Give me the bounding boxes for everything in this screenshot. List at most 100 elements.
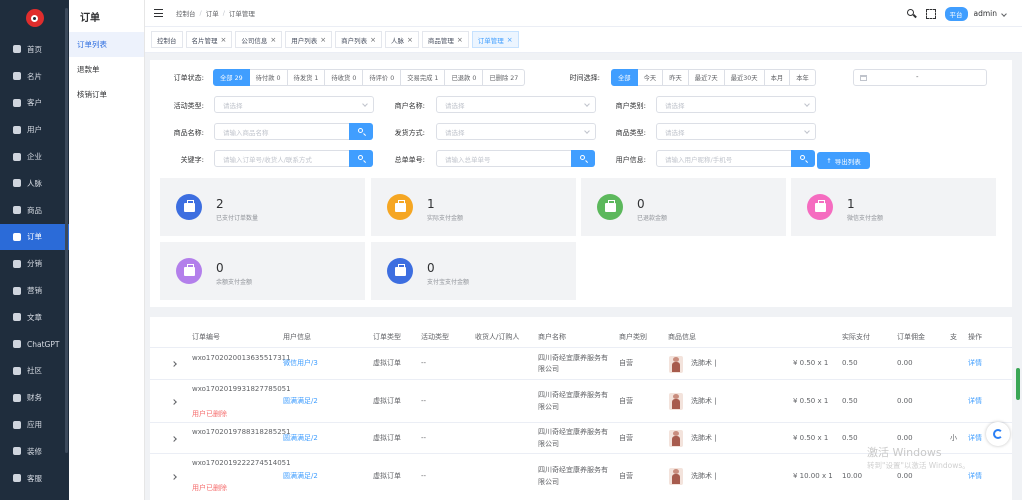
detail-link[interactable]: 详情 — [968, 396, 982, 408]
merchant-name-select[interactable]: 请选择 — [436, 96, 596, 113]
status-option[interactable]: 全部 29 — [213, 69, 250, 86]
expand-chevron-icon[interactable] — [171, 435, 177, 442]
tab-merchant-list[interactable]: 商户列表 × — [335, 31, 382, 48]
activity-type-label: 活动类型: — [173, 102, 204, 110]
tab-order-manage[interactable]: 订单管理 × — [471, 31, 519, 48]
close-icon[interactable]: × — [407, 36, 413, 44]
nav-item-home[interactable]: 首页 — [0, 36, 69, 63]
nav-item-community[interactable]: 社区 — [0, 358, 69, 385]
tab-network[interactable]: 人脉 × — [385, 31, 419, 48]
close-icon[interactable]: × — [370, 36, 376, 44]
activity-type: -- — [421, 359, 427, 367]
stat-card: 1 微信支付金额 — [791, 178, 996, 236]
time-option[interactable]: 昨天 — [663, 69, 689, 86]
export-button[interactable]: ↑ 导出列表 — [817, 152, 870, 169]
nav-item-order[interactable]: 订单 — [0, 223, 69, 251]
user-link[interactable]: 圆满满足/2 — [283, 433, 343, 445]
close-icon[interactable]: × — [270, 36, 276, 44]
breadcrumb-item[interactable]: 订单 — [206, 8, 219, 18]
user-menu[interactable]: admin — [974, 9, 1007, 18]
nav-item-label: 财务 — [27, 393, 42, 403]
user-link[interactable]: 圆满满足/2 — [283, 396, 343, 408]
detail-link[interactable]: 详情 — [968, 358, 982, 370]
time-option[interactable]: 本月 — [764, 69, 791, 86]
time-option[interactable]: 今天 — [637, 69, 664, 86]
nav-item-distribution[interactable]: 分销 — [0, 250, 69, 277]
user-link[interactable]: 圆满满足/2 — [283, 471, 343, 483]
nav-item-marketing[interactable]: 营销 — [0, 277, 69, 304]
search-icon[interactable] — [906, 8, 917, 19]
time-option[interactable]: 最近30天 — [724, 69, 765, 86]
goods-icon — [13, 206, 21, 215]
nav-item-goods[interactable]: 商品 — [0, 197, 69, 224]
customer-service-float-button[interactable] — [986, 422, 1010, 446]
activity-type-select[interactable]: 请选择 — [214, 96, 374, 113]
master-order-input[interactable]: 请输入总单单号 — [436, 150, 572, 167]
detail-link[interactable]: 详情 — [968, 433, 982, 445]
table-row[interactable]: wxo1702020013635517311 微信用户/3 虚拟订单 -- 四川奇经宜康… — [150, 347, 1012, 379]
merchant-type-select[interactable]: 请选择 — [656, 96, 816, 113]
nav-item-article[interactable]: 文章 — [0, 304, 69, 331]
tab-goods-manage[interactable]: 商品管理 × — [421, 31, 469, 48]
tab-company-info[interactable]: 公司信息 × — [235, 31, 283, 48]
page-scrollbar[interactable] — [1016, 368, 1020, 400]
nav-item-service[interactable]: 客服 — [0, 465, 69, 492]
keyword-search-button[interactable] — [349, 150, 373, 167]
detail-link[interactable]: 详情 — [968, 471, 982, 483]
user-link[interactable]: 微信用户/3 — [283, 358, 343, 370]
tab-dashboard[interactable]: 控制台 — [151, 31, 183, 48]
status-option[interactable]: 待付款 0 — [249, 69, 288, 86]
status-option[interactable]: 已删除 27 — [483, 69, 526, 86]
stat-card: 0 支付宝支付金额 — [371, 242, 576, 300]
product-type-select[interactable]: 请选择 — [656, 123, 816, 140]
time-option[interactable]: 最近7天 — [688, 69, 725, 86]
keyword-input[interactable]: 请输入订单号/收货人/联系方式 — [214, 150, 350, 167]
expand-chevron-icon[interactable] — [171, 398, 177, 405]
nav-item-user[interactable]: 用户 — [0, 116, 69, 143]
user-info-search-button[interactable] — [791, 150, 815, 167]
status-option[interactable]: 待评价 0 — [363, 69, 402, 86]
chevron-down-icon — [362, 101, 368, 107]
fullscreen-icon[interactable] — [925, 8, 936, 19]
sub-item-refund[interactable]: 退款单 — [69, 57, 144, 82]
calendar-icon — [860, 74, 867, 81]
nav-item-decorate[interactable]: 装修 — [0, 438, 69, 465]
close-icon[interactable]: × — [221, 36, 227, 44]
close-icon[interactable]: × — [507, 36, 513, 44]
stat-value: 2 — [216, 197, 224, 211]
status-option[interactable]: 已退款 0 — [445, 69, 484, 86]
stat-card: 2 已支付订单数量 — [160, 178, 365, 236]
expand-chevron-icon[interactable] — [171, 473, 177, 480]
time-option[interactable]: 本年 — [790, 69, 816, 86]
status-option[interactable]: 交易完成 1 — [401, 69, 446, 86]
nav-item-company[interactable]: 企业 — [0, 143, 69, 170]
close-icon[interactable]: × — [457, 36, 463, 44]
nav-item-apps[interactable]: 应用 — [0, 411, 69, 438]
nav-item-finance[interactable]: 财务 — [0, 384, 69, 411]
product-search-button[interactable] — [349, 123, 373, 140]
status-option[interactable]: 待收货 0 — [325, 69, 364, 86]
nav-item-chatgpt[interactable]: ChatGPT — [0, 331, 69, 358]
product-name-input[interactable]: 请输入商品名称 — [214, 123, 350, 140]
status-option[interactable]: 待发货 1 — [287, 69, 326, 86]
sub-item-order-list[interactable]: 订单列表 — [69, 32, 144, 57]
nav-item-card[interactable]: 名片 — [0, 63, 69, 90]
time-option[interactable]: 全部 — [611, 69, 638, 86]
nav-item-network[interactable]: 人脉 — [0, 170, 69, 197]
user-info-input[interactable]: 请输入用户昵称/手机号 — [656, 150, 792, 167]
wallet-icon — [807, 194, 833, 220]
ship-method-select[interactable]: 请选择 — [436, 123, 596, 140]
platform-badge[interactable]: 平台 — [944, 6, 968, 21]
table-row[interactable]: wxo1702019931827785051 用户已删除 圆满满足/2 虚拟订单 -- 四… — [150, 379, 1012, 422]
tab-card-manage[interactable]: 名片管理 × — [185, 31, 233, 48]
nav-item-customer[interactable]: 客户 — [0, 90, 69, 117]
sidebar-scrollbar[interactable] — [65, 8, 68, 453]
date-range-picker[interactable]: - — [853, 69, 987, 86]
product-type-label: 商品类型: — [615, 129, 646, 137]
close-icon[interactable]: × — [320, 36, 326, 44]
sub-item-verify[interactable]: 核销订单 — [69, 82, 144, 107]
expand-chevron-icon[interactable] — [171, 361, 177, 367]
breadcrumb-item[interactable]: 控制台 — [176, 8, 196, 18]
menu-toggle-icon[interactable] — [154, 9, 163, 17]
tab-user-list[interactable]: 用户列表 × — [285, 31, 333, 48]
